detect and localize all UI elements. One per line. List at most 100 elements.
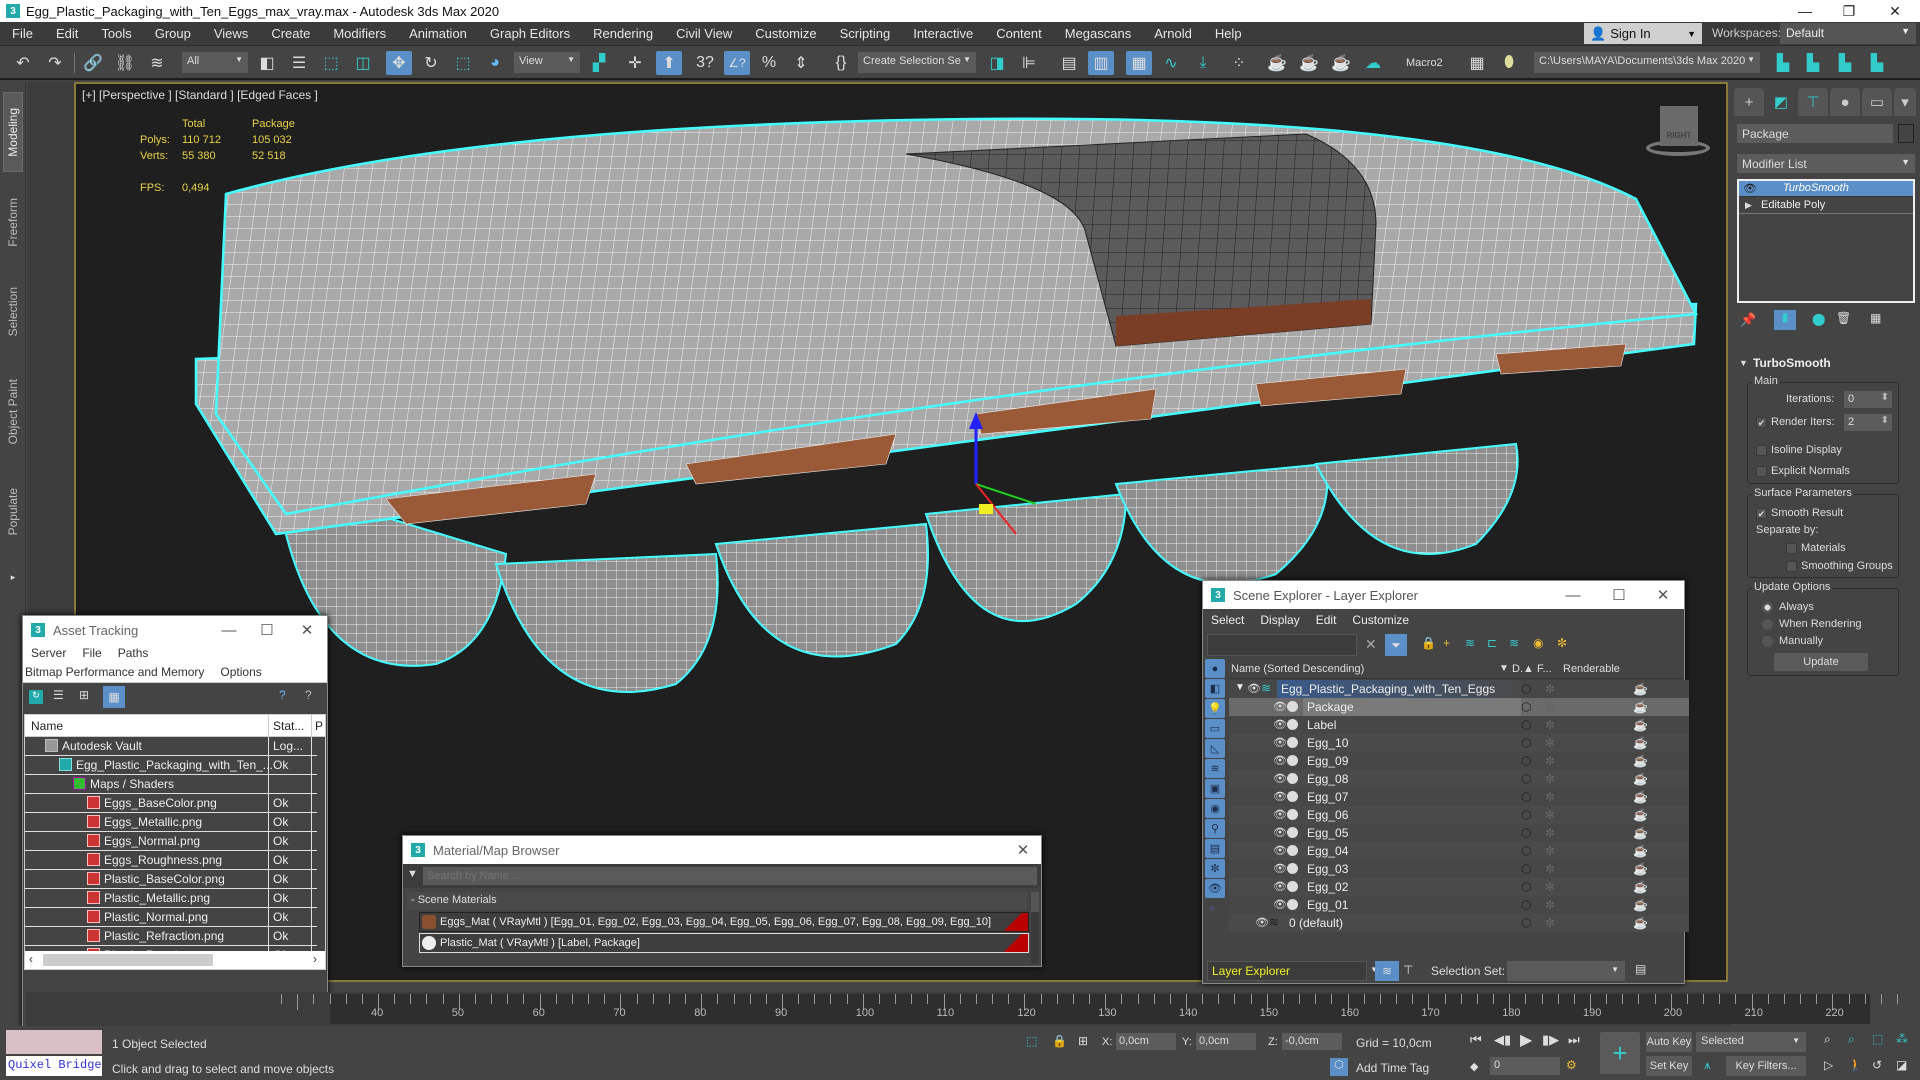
- modifier-stack-item-editable-poly[interactable]: ▶ Editable Poly: [1739, 198, 1913, 214]
- scene-explorer-icon[interactable]: ▤: [1056, 51, 1082, 75]
- align-icon[interactable]: ⊫: [1016, 51, 1042, 75]
- asset-row[interactable]: Plastic_Refraction.png Ok: [25, 927, 317, 946]
- column-header-name[interactable]: Name (Sorted Descending): [1231, 663, 1364, 675]
- add-to-layer-icon[interactable]: ≋: [1465, 636, 1475, 650]
- cameras-filter-icon[interactable]: ▭: [1205, 719, 1225, 738]
- freeze-icon[interactable]: ✼: [1545, 898, 1555, 912]
- asset-row[interactable]: Egg_Plastic_Packaging_with_Ten_... Ok: [25, 756, 317, 775]
- current-frame-field[interactable]: 0: [1490, 1057, 1560, 1075]
- menu-scripting[interactable]: Scripting: [828, 26, 902, 41]
- use-pivot-icon[interactable]: ▞: [586, 51, 612, 75]
- renderable-teapot-icon[interactable]: ☕: [1633, 736, 1648, 750]
- material-editor-icon[interactable]: ⁘: [1226, 51, 1252, 75]
- ribbon-expand-icon[interactable]: ▸: [3, 567, 23, 587]
- explicit-normals-checkbox[interactable]: Explicit Normals: [1756, 465, 1850, 477]
- quixel-bridge-field[interactable]: Quixel Bridge: [6, 1056, 102, 1076]
- eye-icon[interactable]: 👁: [1247, 682, 1261, 695]
- material-item-eggs[interactable]: Eggs_Mat ( VRayMtl ) [Egg_01, Egg_02, Eg…: [419, 912, 1029, 932]
- expand-arrow-icon[interactable]: ▶: [1745, 200, 1752, 211]
- object-row[interactable]: 👁 Egg_08 ⬡ ✼ ☕: [1229, 770, 1689, 788]
- renderable-teapot-icon[interactable]: ☕: [1633, 880, 1648, 894]
- rendered-frame-icon[interactable]: ☕: [1296, 51, 1322, 75]
- modifier-list-dropdown[interactable]: Modifier List ▼: [1737, 154, 1915, 173]
- object-row[interactable]: 👁 Egg_01 ⬡ ✼ ☕: [1229, 896, 1689, 914]
- column-divider[interactable]: [311, 715, 312, 737]
- freeze-icon[interactable]: ✼: [1545, 844, 1555, 858]
- update-always-radio[interactable]: Always: [1762, 601, 1814, 613]
- selection-set-editor-icon[interactable]: ▤: [1635, 962, 1646, 976]
- asset-row[interactable]: Eggs_Normal.png Ok: [25, 832, 317, 851]
- asset-row[interactable]: Eggs_BaseColor.png Ok: [25, 794, 317, 813]
- material-item-plastic[interactable]: Plastic_Mat ( VRayMtl ) [Label, Package]: [419, 933, 1029, 953]
- create-layer-icon[interactable]: +: [1443, 636, 1450, 650]
- eye-icon[interactable]: 👁: [1273, 736, 1287, 749]
- column-header-path[interactable]: P: [315, 719, 323, 733]
- renderable-teapot-icon[interactable]: ☕: [1633, 916, 1648, 930]
- object-name-field[interactable]: Package: [1737, 124, 1893, 143]
- mirror-icon[interactable]: ◨: [984, 51, 1010, 75]
- edit-named-sel-icon[interactable]: {}: [828, 51, 854, 75]
- eye-icon[interactable]: 👁: [1743, 182, 1757, 195]
- default-tangents-icon[interactable]: ⩚: [1704, 1058, 1711, 1073]
- menu-customize[interactable]: Customize: [1352, 613, 1409, 627]
- display-box-icon[interactable]: ⬡: [1521, 880, 1531, 894]
- object-row[interactable]: 👁 Label ⬡ ✼ ☕: [1229, 716, 1689, 734]
- close-button[interactable]: ✕: [1003, 836, 1043, 864]
- next-frame-icon[interactable]: ▮▶: [1542, 1032, 1559, 1048]
- undo-icon[interactable]: ↶: [10, 51, 36, 75]
- menu-civil-view[interactable]: Civil View: [664, 26, 743, 41]
- maximize-button[interactable]: ☐: [1599, 581, 1639, 609]
- menu-megascans[interactable]: Megascans: [1053, 26, 1142, 41]
- menu-edit[interactable]: Edit: [1316, 613, 1337, 627]
- egg-macro-icon[interactable]: ⬮: [1496, 51, 1522, 75]
- column-header-status[interactable]: Stat...: [273, 719, 304, 733]
- layers-icon[interactable]: ≋: [1509, 636, 1519, 650]
- object-row[interactable]: 👁 Egg_02 ⬡ ✼ ☕: [1229, 878, 1689, 896]
- renderable-teapot-icon[interactable]: ☕: [1633, 808, 1648, 822]
- hidden-filter-icon[interactable]: 👁: [1205, 879, 1225, 898]
- scrollbar-thumb[interactable]: [1031, 892, 1039, 912]
- menu-create[interactable]: Create: [259, 26, 321, 41]
- project-open-icon[interactable]: ▙: [1800, 51, 1826, 75]
- asset-row[interactable]: Plastic_Normal.png Ok: [25, 908, 317, 927]
- menu-display[interactable]: Display: [1260, 613, 1299, 627]
- help-disabled-icon[interactable]: ?: [305, 688, 312, 702]
- column-header-freeze[interactable]: F...: [1537, 663, 1552, 675]
- display-box-icon[interactable]: ⬡: [1521, 844, 1531, 858]
- display-box-icon[interactable]: ⬡: [1521, 898, 1531, 912]
- menu-modifiers[interactable]: Modifiers: [321, 26, 397, 41]
- freeze-icon[interactable]: ✼: [1545, 736, 1555, 750]
- time-configuration-icon[interactable]: ⚙: [1566, 1058, 1577, 1072]
- remove-modifier-icon[interactable]: 🗑: [1836, 311, 1851, 325]
- ribbon-tab-selection[interactable]: Selection: [3, 272, 23, 352]
- freeze-icon[interactable]: ✼: [1545, 682, 1555, 696]
- help-icon[interactable]: ?: [279, 688, 286, 702]
- freeze-icon[interactable]: ✼: [1545, 808, 1555, 822]
- display-box-icon[interactable]: ⬡: [1521, 754, 1531, 768]
- set-key-big-button[interactable]: +: [1600, 1032, 1640, 1074]
- key-mode-toggle-icon[interactable]: ◆: [1470, 1060, 1478, 1073]
- menu-tools[interactable]: Tools: [89, 26, 142, 41]
- rect-selection-icon[interactable]: ⬚: [318, 51, 344, 75]
- renderable-teapot-icon[interactable]: ☕: [1633, 790, 1648, 804]
- angle-snap-icon[interactable]: ∠?: [724, 51, 750, 75]
- scroll-left-icon[interactable]: ‹: [29, 952, 33, 966]
- layer-row[interactable]: ▼ 👁 ≋ Egg_Plastic_Packaging_with_Ten_Eggs ⬡ ✼…: [1229, 680, 1689, 698]
- go-to-end-icon[interactable]: ⏭: [1568, 1032, 1580, 1048]
- freeze-icon[interactable]: ✼: [1545, 862, 1555, 876]
- menu-animation[interactable]: Animation: [397, 26, 478, 41]
- eye-icon[interactable]: 👁: [1273, 880, 1287, 893]
- column-header-name[interactable]: Name: [31, 719, 63, 733]
- display-box-icon[interactable]: ⬡: [1521, 682, 1531, 696]
- render-iters-spinner[interactable]: 2: [1844, 414, 1892, 431]
- hierarchy-tab-icon[interactable]: ⊤: [1798, 88, 1828, 116]
- y-coordinate-field[interactable]: 0,0cm: [1196, 1033, 1256, 1050]
- zoom-extents-icon[interactable]: ⬚: [1872, 1032, 1883, 1046]
- viewcube[interactable]: RIGHT: [1636, 96, 1716, 166]
- freeze-layer-icon[interactable]: ✼: [1557, 636, 1567, 650]
- asset-tracking-titlebar[interactable]: 3 Asset Tracking — ☐ ✕: [23, 616, 327, 644]
- frozen-filter-icon[interactable]: ✼: [1205, 859, 1225, 878]
- link-icon[interactable]: 🔗: [80, 51, 106, 75]
- display-box-icon[interactable]: ⬡: [1521, 718, 1531, 732]
- percent-snap-icon[interactable]: %: [756, 51, 782, 75]
